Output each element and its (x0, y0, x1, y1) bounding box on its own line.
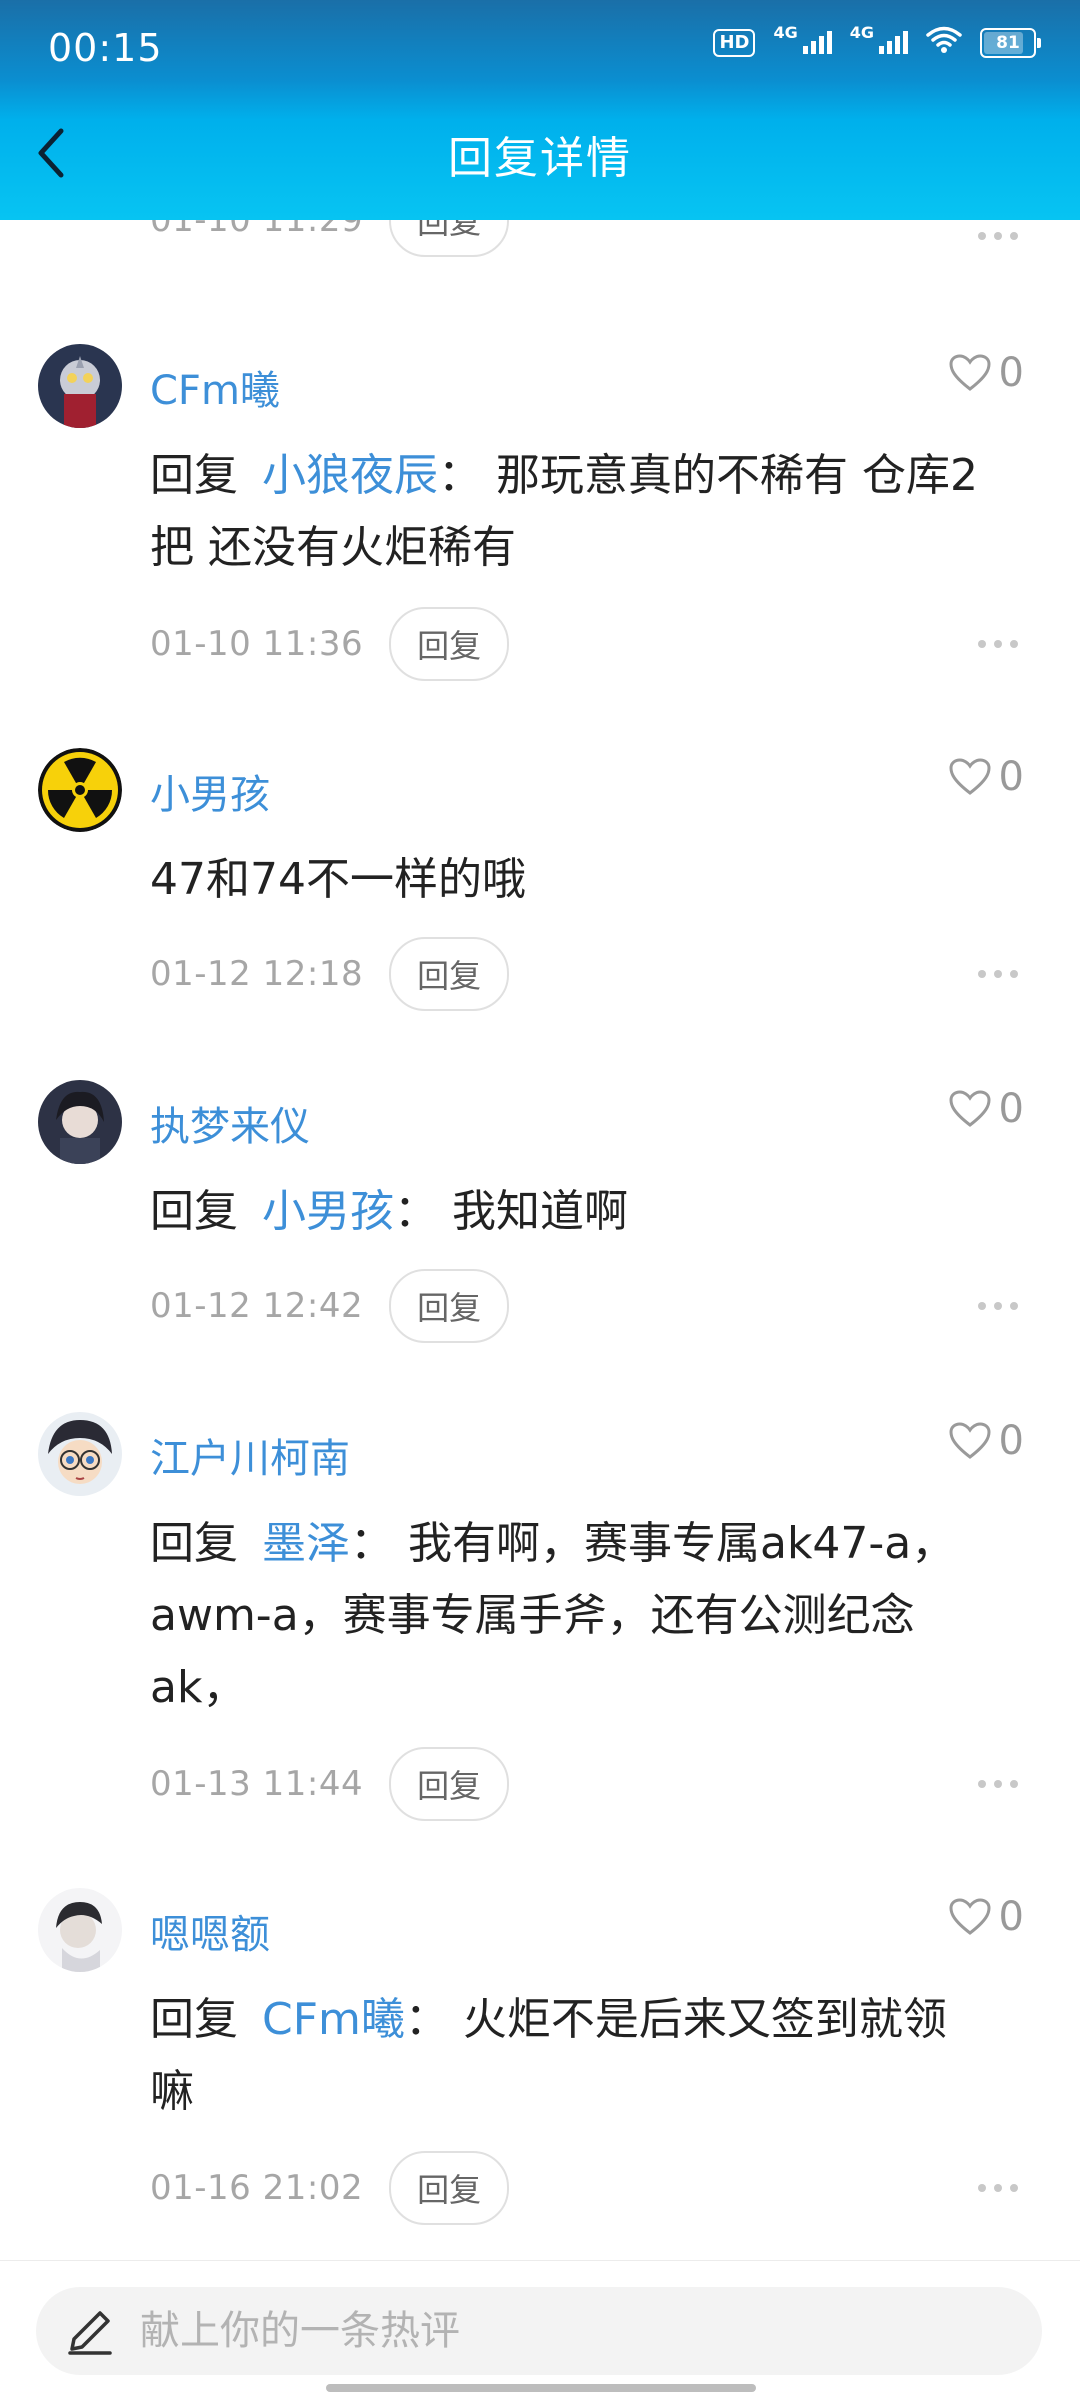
reply-prefix: 回复 (150, 1994, 238, 2045)
avatar[interactable] (38, 748, 122, 832)
like-count: 0 (998, 754, 1024, 800)
page-title: 回复详情 (448, 133, 632, 184)
comment-input-bar (0, 2260, 1080, 2401)
list-item-partial: 01-10 11:29 回复 (0, 220, 1080, 280)
comment-time: 01-16 21:02 (150, 2168, 364, 2208)
wifi-icon (926, 26, 962, 59)
reply-target[interactable]: CFm曦 (262, 1994, 405, 2045)
comment-time: 01-10 11:36 (150, 624, 364, 664)
like-count: 0 (998, 1086, 1024, 1132)
comment-time: 01-12 12:18 (150, 954, 364, 994)
like-button[interactable]: 0 (949, 1418, 1024, 1464)
comment-line-1: 回复 小狼夜辰： 那玩意真的不稀有 仓库2 (150, 440, 1050, 512)
like-count: 0 (998, 350, 1024, 396)
comment-text: 回复 小男孩： 我知道啊 (150, 1176, 1050, 1248)
comment-line-2: 把 还没有火炬稀有 (150, 522, 516, 573)
reply-button[interactable]: 回复 (389, 220, 510, 257)
reply-button[interactable]: 回复 (389, 1747, 510, 1821)
heart-icon (949, 354, 991, 391)
like-button[interactable]: 0 (949, 754, 1024, 800)
avatar[interactable] (38, 1412, 122, 1496)
more-options-icon[interactable] (978, 2184, 1018, 2192)
like-button[interactable]: 0 (949, 350, 1024, 396)
like-button[interactable]: 0 (949, 1086, 1024, 1132)
comment-text: 回复 墨泽： 我有啊，赛事专属ak47-a， awm-a，赛事专属手斧，还有公测纪… (150, 1508, 1050, 1724)
reply-button[interactable]: 回复 (389, 2151, 510, 2225)
comment-body: ： 火炬不是后来又签到就领 (404, 1994, 947, 2045)
app-header: 00:15 HD 4G 4G 81 回复详情 (0, 0, 1080, 220)
nav-bar: 回复详情 (0, 84, 1080, 220)
comment-line-1: 回复 墨泽： 我有啊，赛事专属ak47-a， (150, 1508, 1050, 1580)
comment-line-3: ak， (150, 1662, 247, 1713)
heart-icon (949, 1422, 991, 1459)
comment-line-2: awm-a，赛事专属手斧，还有公测纪念 (150, 1590, 915, 1641)
comment-body: ： 我知道啊 (394, 1186, 628, 1237)
comment-meta: 01-12 12:42 回复 (150, 1269, 510, 1343)
reply-target[interactable]: 墨泽 (262, 1518, 350, 1569)
username[interactable]: 嗯嗯额 (150, 1902, 270, 1960)
reply-prefix: 回复 (150, 1186, 238, 1237)
comment-text: 回复 小狼夜辰： 那玩意真的不稀有 仓库2 把 还没有火炬稀有 (150, 440, 1050, 584)
reply-prefix: 回复 (150, 450, 238, 501)
more-options-icon[interactable] (978, 1302, 1018, 1310)
like-count: 0 (998, 1894, 1024, 1940)
more-options-icon[interactable] (978, 232, 1018, 240)
comment-line-1: 回复 CFm曦： 火炬不是后来又签到就领 (150, 1984, 1050, 2056)
comment-body: ： 那玩意真的不稀有 仓库2 (438, 450, 978, 501)
like-button[interactable]: 0 (949, 1894, 1024, 1940)
reply-target[interactable]: 小狼夜辰 (262, 450, 438, 501)
more-options-icon[interactable] (978, 640, 1018, 648)
comment-time: 01-10 11:29 (150, 220, 364, 240)
like-count: 0 (998, 1418, 1024, 1464)
reply-list[interactable]: 01-10 11:29 回复 CFm曦 0 回复 小狼夜辰： 那玩意真的不稀有 仓… (0, 220, 1080, 2260)
battery-icon: 81 (980, 27, 1041, 58)
comment-meta: 01-10 11:29 回复 (150, 220, 510, 257)
comment-meta: 01-12 12:18 回复 (150, 937, 510, 1011)
comment-line-2: 嘛 (150, 2066, 194, 2117)
avatar[interactable] (38, 1888, 122, 1972)
network-type-label-2: 4G (849, 23, 874, 42)
avatar[interactable] (38, 1080, 122, 1164)
status-time: 00:15 (48, 26, 163, 70)
more-options-icon[interactable] (978, 1780, 1018, 1788)
pen-icon (60, 2301, 120, 2361)
reply-button[interactable]: 回复 (389, 607, 510, 681)
avatar[interactable] (38, 344, 122, 428)
status-icons: HD 4G 4G 81 (713, 23, 1041, 59)
comment-meta: 01-16 21:02 回复 (150, 2151, 510, 2225)
reply-prefix: 回复 (150, 1518, 238, 1569)
username[interactable]: 执梦来仪 (150, 1094, 310, 1152)
username[interactable]: 江户川柯南 (150, 1426, 350, 1484)
heart-icon (949, 1898, 991, 1935)
reply-button[interactable]: 回复 (389, 1269, 510, 1343)
battery-level: 81 (996, 32, 1020, 53)
comment-input-box[interactable] (36, 2287, 1042, 2375)
comment-input[interactable] (138, 2307, 942, 2355)
signal-icon-1: 4G (773, 23, 832, 54)
comment-time: 01-12 12:42 (150, 1286, 364, 1326)
comment-line-1: 47和74不一样的哦 (150, 854, 526, 905)
comment-body: ： 我有啊，赛事专属ak47-a， (350, 1518, 956, 1569)
reply-target[interactable]: 小男孩 (262, 1186, 394, 1237)
comment-line-1: 回复 小男孩： 我知道啊 (150, 1176, 1050, 1248)
heart-icon (949, 758, 991, 795)
comment-text: 47和74不一样的哦 (150, 844, 1050, 916)
more-options-icon[interactable] (978, 970, 1018, 978)
reply-button[interactable]: 回复 (389, 937, 510, 1011)
username[interactable]: 小男孩 (150, 762, 270, 820)
username[interactable]: CFm曦 (150, 358, 280, 416)
home-indicator[interactable] (326, 2384, 756, 2392)
comment-time: 01-13 11:44 (150, 1764, 364, 1804)
heart-icon (949, 1090, 991, 1127)
comment-meta: 01-13 11:44 回复 (150, 1747, 510, 1821)
status-bar: 00:15 HD 4G 4G 81 (0, 0, 1080, 84)
signal-icon-2: 4G (850, 23, 908, 54)
network-type-label-1: 4G (773, 23, 798, 42)
comment-text: 回复 CFm曦： 火炬不是后来又签到就领 嘛 (150, 1984, 1050, 2128)
hd-badge: HD (713, 28, 756, 57)
comment-meta: 01-10 11:36 回复 (150, 607, 510, 681)
